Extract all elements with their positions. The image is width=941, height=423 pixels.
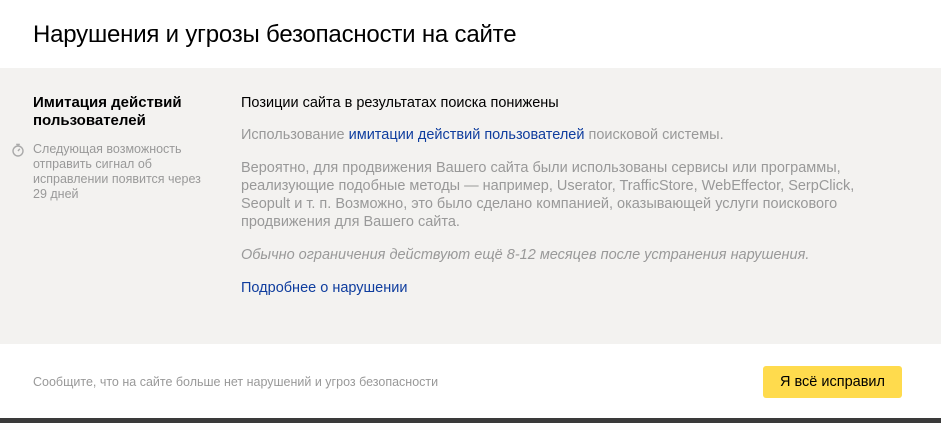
fixed-everything-button[interactable]: Я всё исправил [763, 366, 902, 398]
page: Нарушения и угрозы безопасности на сайте… [0, 0, 941, 423]
violation-type-title: Имитация действий пользователей [33, 94, 182, 129]
page-title: Нарушения и угрозы безопасности на сайте [33, 21, 517, 48]
footer: Сообщите, что на сайте больше нет наруше… [0, 344, 941, 418]
description-prefix: Использование [241, 127, 349, 143]
description-suffix: поисковой системы. [584, 127, 724, 143]
header: Нарушения и угрозы безопасности на сайте [0, 0, 941, 68]
stopwatch-icon [12, 143, 24, 157]
violation-consequence: Позиции сайта в результатах поиска пониж… [241, 95, 559, 111]
footer-hint: Сообщите, что на сайте больше нет наруше… [33, 375, 439, 389]
violation-description: Использование имитации действий пользова… [241, 126, 901, 144]
more-about-violation-link[interactable]: Подробнее о нарушении [241, 279, 407, 297]
next-signal-text: Следующая возможность отправить сигнал о… [33, 142, 201, 201]
bottom-bar [0, 418, 941, 423]
violation-explanation: Вероятно, для продвижения Вашего сайта б… [241, 160, 855, 230]
user-actions-imitation-link[interactable]: имитации действий пользователей [349, 127, 585, 143]
violation-details: Позиции сайта в результатах поиска пониж… [241, 94, 901, 297]
violation-panel: Имитация действий пользователей Следующа… [0, 68, 941, 344]
restriction-duration-note: Обычно ограничения действуют ещё 8-12 ме… [241, 247, 810, 263]
